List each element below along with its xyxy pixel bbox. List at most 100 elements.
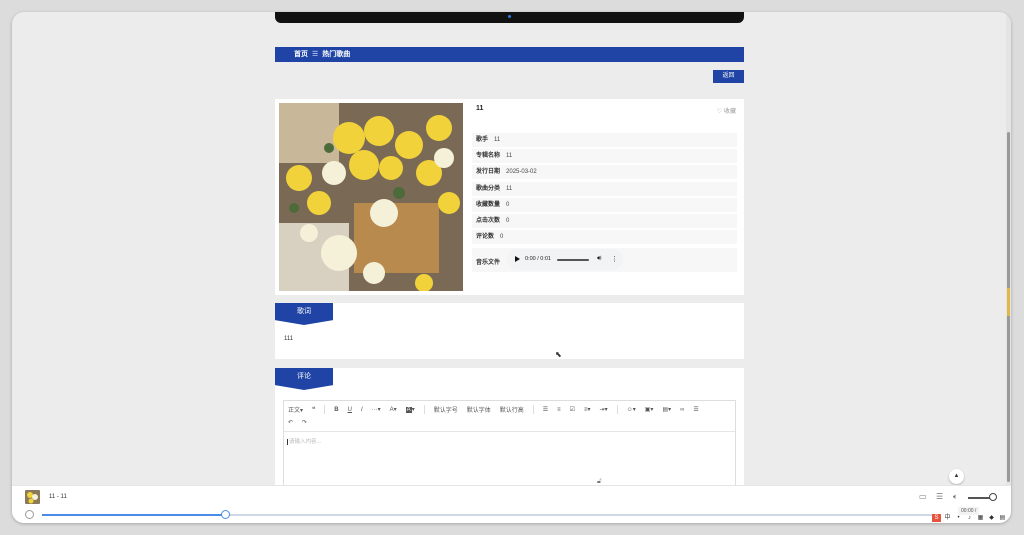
underline-icon[interactable]: U	[348, 407, 352, 413]
browser-window: 首页 ☰ 热门歌曲 返回 11 ♡ 收藏 歌手 11 专辑名称 11 发行日期 …	[12, 12, 1011, 523]
song-cover-image	[279, 103, 463, 291]
comments-tab[interactable]: 评论	[275, 368, 333, 390]
background-color-icon[interactable]: A▾	[405, 406, 415, 413]
text-caret	[287, 438, 288, 445]
info-row-release-date: 发行日期 2025-03-02	[472, 165, 737, 179]
editor-toolbar: 正文▾ ❝ B U I ···▾ A▾ A▾ 默认字号 默认字体 默认行高 ☰ …	[284, 401, 735, 432]
favorite-button[interactable]: ♡ 收藏	[717, 106, 736, 115]
align-icon[interactable]: ≡▾	[584, 406, 591, 413]
input-method-icon[interactable]: S	[932, 514, 941, 522]
system-tray: S 中 • ♪ ▦ ◆ ▤	[932, 514, 1007, 522]
indent-icon[interactable]: ⇥▾	[600, 406, 608, 413]
page-scrollbar[interactable]	[1006, 12, 1011, 485]
more-styles-icon[interactable]: ···▾	[372, 406, 381, 413]
font-family-select[interactable]: 默认字体	[467, 405, 491, 414]
info-value: 11	[506, 153, 513, 159]
comment-editor: 正文▾ ❝ B U I ···▾ A▾ A▾ 默认字号 默认字体 默认行高 ☰ …	[283, 400, 736, 485]
info-row-category: 歌曲分类 11	[472, 182, 737, 196]
lyrics-text: 111	[284, 336, 294, 342]
song-detail-card: 11 ♡ 收藏 歌手 11 专辑名称 11 发行日期 2025-03-02 歌曲分类 11…	[275, 99, 744, 295]
skin-icon[interactable]: ◆	[987, 514, 996, 522]
breadcrumb-separator-icon: ☰	[312, 51, 319, 58]
heart-icon: ♡	[716, 109, 722, 115]
breadcrumb-home[interactable]: 首页	[294, 51, 308, 58]
mouse-cursor-icon: ⬉	[555, 350, 562, 359]
italic-icon[interactable]: I	[361, 407, 363, 413]
microphone-icon[interactable]: ♪	[965, 514, 974, 522]
lyrics-tab[interactable]: 歌词	[275, 303, 333, 325]
comments-section: 评论 正文▾ ❝ B U I ···▾ A▾ A▾ 默认字号 默认字体 默认行高…	[275, 368, 744, 485]
video-icon[interactable]: ▤▾	[662, 406, 671, 413]
comment-input[interactable]: 请输入内容...	[284, 432, 735, 450]
audio-time: 0:00 / 0:01	[525, 256, 551, 262]
punctuation-icon[interactable]: •	[954, 514, 963, 522]
top-banner	[275, 12, 744, 23]
playlist-icon[interactable]: ☰	[936, 492, 943, 501]
now-playing-cover[interactable]	[25, 490, 40, 504]
info-value: 0	[506, 218, 510, 224]
menu-icon[interactable]: ▤	[998, 514, 1007, 522]
info-row-favorites-count: 收藏数量 0	[472, 198, 737, 212]
info-label: 歌曲分类	[476, 186, 501, 192]
volume-icon[interactable]: 🔈︎	[953, 492, 958, 502]
emoji-icon[interactable]: ☺▾	[627, 406, 636, 413]
paragraph-select[interactable]: 正文▾	[288, 405, 303, 414]
font-color-icon[interactable]: A▾	[390, 406, 397, 413]
scrollbar-marker	[1007, 288, 1010, 316]
progress-knob[interactable]	[221, 510, 230, 519]
info-value: 2025-03-02	[506, 169, 537, 175]
lyrics-display-icon[interactable]: ▭	[919, 492, 927, 501]
more-menu-icon[interactable]: ☰	[693, 406, 698, 413]
volume-icon[interactable]: 🔊︎	[597, 255, 601, 263]
redo-icon[interactable]: ↷	[302, 419, 307, 426]
line-height-select[interactable]: 默认行高	[500, 405, 524, 414]
comment-placeholder: 请输入内容...	[289, 439, 322, 445]
todo-list-icon[interactable]: ☑	[570, 406, 575, 413]
quote-icon[interactable]: ❝	[312, 406, 315, 413]
breadcrumb-current[interactable]: 热门歌曲	[322, 51, 350, 58]
loop-icon[interactable]	[25, 510, 34, 519]
audio-progress-slider[interactable]	[557, 259, 589, 261]
toolbar-divider	[423, 405, 425, 414]
info-row-click-count: 点击次数 0	[472, 214, 737, 228]
music-file-row: 音乐文件 0:00 / 0:01 🔊︎ ⋮	[472, 248, 737, 272]
volume-slider-knob[interactable]	[989, 493, 997, 501]
more-options-icon[interactable]: ⋮	[611, 255, 618, 263]
info-label: 专辑名称	[476, 153, 501, 159]
song-title: 11	[476, 105, 484, 112]
info-row-comment-count: 评论数 0	[472, 230, 737, 244]
favorite-label: 收藏	[723, 109, 736, 115]
info-value: 0	[506, 202, 510, 208]
undo-icon[interactable]: ↶	[288, 419, 293, 426]
bulleted-list-icon[interactable]: ☰	[543, 406, 548, 413]
back-button[interactable]: 返回	[713, 70, 744, 83]
info-label: 评论数	[476, 234, 495, 240]
toolbar-divider	[616, 405, 618, 414]
back-to-top-button[interactable]: ▲	[949, 469, 964, 484]
info-label: 发行日期	[476, 169, 501, 175]
info-value: 11	[506, 186, 513, 192]
font-size-select[interactable]: 默认字号	[434, 405, 458, 414]
info-label: 点击次数	[476, 218, 501, 224]
audio-player[interactable]: 0:00 / 0:01 🔊︎ ⋮	[507, 249, 623, 270]
now-playing-title: 11 - 11	[49, 494, 67, 500]
info-value: 11	[494, 137, 501, 143]
carousel-dot[interactable]	[508, 15, 511, 18]
numbered-list-icon[interactable]: ≡	[557, 407, 561, 413]
link-icon[interactable]: ∞	[680, 407, 684, 413]
info-label: 收藏数量	[476, 202, 501, 208]
info-row-album: 专辑名称 11	[472, 149, 737, 163]
bottom-player-bar: 11 - 11 ▭ ☰ 🔈︎ 00:00 / S 中 • ♪ ▦ ◆ ▤	[12, 485, 1011, 523]
info-value: 0	[500, 234, 504, 240]
page-viewport: 首页 ☰ 热门歌曲 返回 11 ♡ 收藏 歌手 11 专辑名称 11 发行日期 …	[12, 12, 1011, 485]
language-icon[interactable]: 中	[943, 514, 952, 522]
toolbar-divider	[532, 405, 534, 414]
bold-icon[interactable]: B	[334, 407, 338, 413]
play-icon[interactable]	[515, 256, 520, 262]
lyrics-section: 歌词 111	[275, 303, 744, 359]
info-row-singer: 歌手 11	[472, 133, 737, 147]
image-icon[interactable]: ▣▾	[645, 406, 654, 413]
lock-icon[interactable]: 🔓︎	[597, 478, 602, 485]
toolbar-divider	[324, 405, 326, 414]
keyboard-icon[interactable]: ▦	[976, 514, 985, 522]
